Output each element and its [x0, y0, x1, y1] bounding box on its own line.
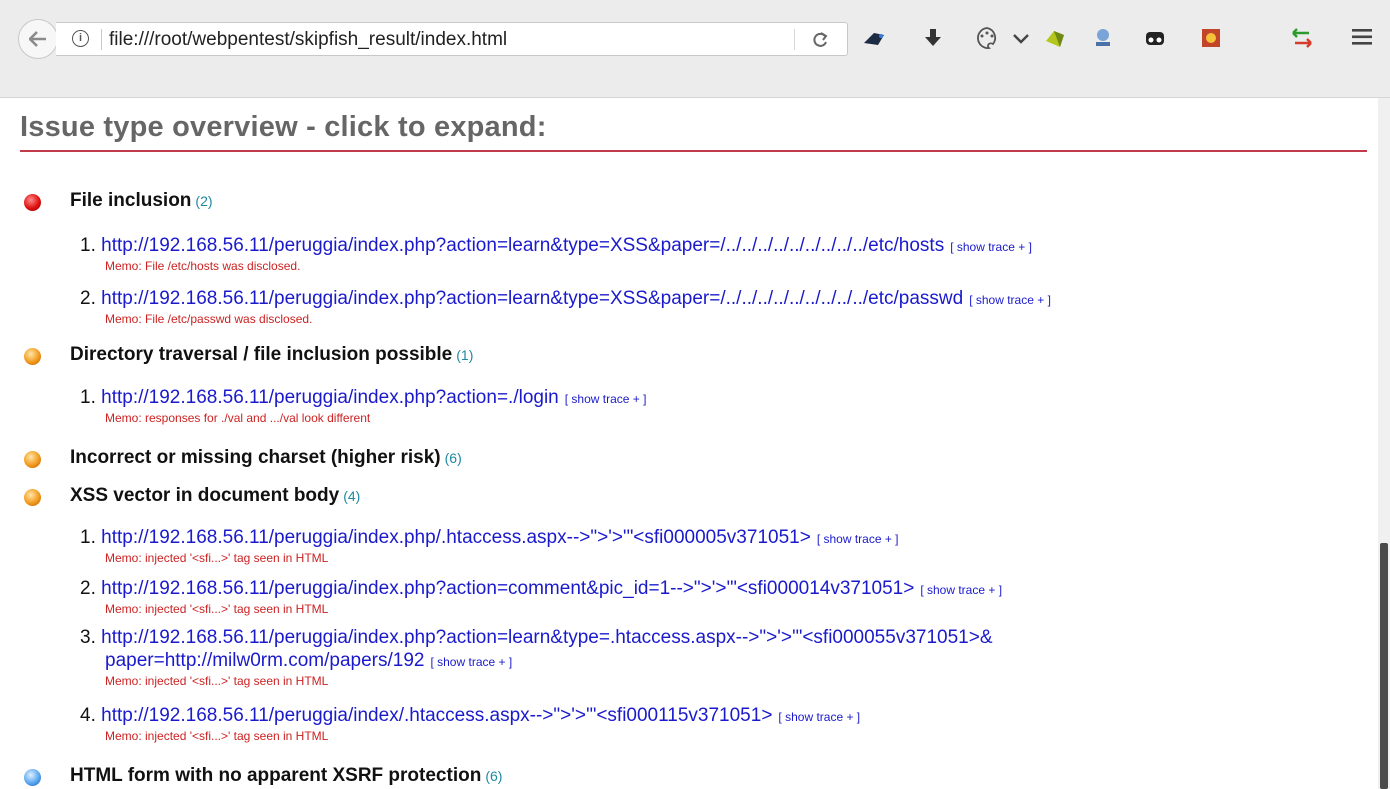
severity-medium-icon: [24, 451, 41, 468]
entry-number: 2.: [80, 578, 96, 599]
entry-number: 3.: [80, 627, 96, 648]
issue-title[interactable]: Incorrect or missing charset (higher ris…: [70, 447, 462, 469]
issue-entry: 4. http://192.168.56.11/peruggia/index/.…: [80, 704, 1370, 743]
page-content: Issue type overview - click to expand: F…: [0, 98, 1378, 789]
puzzle-icon[interactable]: [1040, 23, 1070, 53]
severity-medium-icon: [24, 489, 41, 506]
reload-icon[interactable]: [811, 31, 829, 49]
entry-number: 2.: [80, 288, 96, 309]
entry-link[interactable]: http://192.168.56.11/peruggia/index.php?…: [101, 578, 914, 599]
issue-title[interactable]: Directory traversal / file inclusion pos…: [70, 344, 473, 366]
entry-number: 1.: [80, 527, 96, 548]
extension-orange-icon[interactable]: [1196, 23, 1226, 53]
issue-count: (2): [195, 193, 213, 209]
vertical-scrollbar[interactable]: [1378, 98, 1390, 789]
issue-count: (6): [444, 450, 462, 466]
issue-entry: 3. http://192.168.56.11/peruggia/index.p…: [80, 626, 1370, 688]
show-trace-link[interactable]: [ show trace + ]: [969, 293, 1051, 307]
page-title: Issue type overview - click to expand:: [20, 111, 547, 143]
issue-title-text[interactable]: XSS vector in document body: [70, 485, 339, 506]
entry-link[interactable]: http://192.168.56.11/peruggia/index/.hta…: [101, 705, 772, 726]
show-trace-link[interactable]: [ show trace + ]: [817, 532, 899, 546]
show-trace-link[interactable]: [ show trace + ]: [565, 392, 647, 406]
issue-title-text[interactable]: Incorrect or missing charset (higher ris…: [70, 447, 441, 468]
entry-link-continuation[interactable]: paper=http://milw0rm.com/papers/192: [105, 650, 424, 671]
entry-memo: Memo: injected '<sfi...>' tag seen in HT…: [105, 729, 329, 743]
info-icon[interactable]: i: [72, 30, 89, 47]
user-agent-icon[interactable]: [1088, 23, 1118, 53]
swap-arrows-icon[interactable]: [1287, 23, 1317, 53]
issue-title[interactable]: File inclusion (2): [70, 190, 213, 212]
issue-entry: 1. http://192.168.56.11/peruggia/index.p…: [80, 526, 1370, 565]
mask-icon[interactable]: [1140, 23, 1170, 53]
entry-link[interactable]: http://192.168.56.11/peruggia/index.php/…: [101, 527, 811, 548]
reload-separator: [794, 29, 795, 50]
back-button[interactable]: [18, 19, 58, 59]
browser-toolbar: i file:///root/webpentest/skipfish_resul…: [0, 0, 1390, 98]
issue-title[interactable]: HTML form with no apparent XSRF protecti…: [70, 765, 502, 787]
scrollbar-thumb[interactable]: [1380, 543, 1388, 789]
entry-memo: Memo: responses for ./val and .../val lo…: [105, 411, 371, 425]
entry-memo: Memo: injected '<sfi...>' tag seen in HT…: [105, 551, 329, 565]
issue-title-text[interactable]: File inclusion: [70, 190, 191, 211]
issue-count: (1): [456, 347, 474, 363]
issue-title[interactable]: XSS vector in document body (4): [70, 485, 360, 507]
download-icon[interactable]: [918, 23, 948, 53]
bookmark-bird-icon[interactable]: [860, 23, 890, 53]
url-text[interactable]: file:///root/webpentest/skipfish_result/…: [109, 29, 507, 51]
show-trace-link[interactable]: [ show trace + ]: [950, 240, 1032, 254]
issue-title-text[interactable]: HTML form with no apparent XSRF protecti…: [70, 765, 481, 786]
entry-link[interactable]: http://192.168.56.11/peruggia/index.php?…: [101, 288, 963, 309]
entry-memo: Memo: File /etc/passwd was disclosed.: [105, 312, 313, 326]
issue-entry: 1. http://192.168.56.11/peruggia/index.p…: [80, 386, 1370, 425]
entry-link[interactable]: http://192.168.56.11/peruggia/index.php?…: [101, 235, 944, 256]
hamburger-menu-icon[interactable]: [1352, 28, 1372, 46]
url-bar[interactable]: i file:///root/webpentest/skipfish_resul…: [56, 22, 848, 56]
severity-high-icon: [24, 194, 41, 211]
entry-memo: Memo: File /etc/hosts was disclosed.: [105, 259, 301, 273]
issue-count: (4): [343, 488, 361, 504]
palette-icon[interactable]: [972, 23, 1002, 53]
issue-entry: 2. http://192.168.56.11/peruggia/index.p…: [80, 287, 1370, 326]
title-divider: [20, 150, 1367, 152]
severity-low-icon: [24, 769, 41, 786]
chevron-down-icon[interactable]: [1006, 23, 1036, 53]
show-trace-link[interactable]: [ show trace + ]: [430, 655, 512, 669]
issue-entry: 2. http://192.168.56.11/peruggia/index.p…: [80, 577, 1370, 616]
severity-medium-icon: [24, 348, 41, 365]
entry-number: 1.: [80, 387, 96, 408]
entry-memo: Memo: injected '<sfi...>' tag seen in HT…: [105, 602, 329, 616]
issue-title-text[interactable]: Directory traversal / file inclusion pos…: [70, 344, 452, 365]
show-trace-link[interactable]: [ show trace + ]: [778, 710, 860, 724]
entry-number: 1.: [80, 235, 96, 256]
show-trace-link[interactable]: [ show trace + ]: [920, 583, 1002, 597]
entry-number: 4.: [80, 705, 96, 726]
entry-link[interactable]: http://192.168.56.11/peruggia/index.php?…: [101, 627, 992, 648]
entry-memo: Memo: injected '<sfi...>' tag seen in HT…: [105, 674, 329, 688]
back-arrow-icon: [29, 31, 46, 47]
entry-link[interactable]: http://192.168.56.11/peruggia/index.php?…: [101, 387, 559, 408]
issue-entry: 1. http://192.168.56.11/peruggia/index.p…: [80, 234, 1370, 273]
url-separator: [101, 29, 102, 50]
issue-count: (6): [485, 768, 503, 784]
